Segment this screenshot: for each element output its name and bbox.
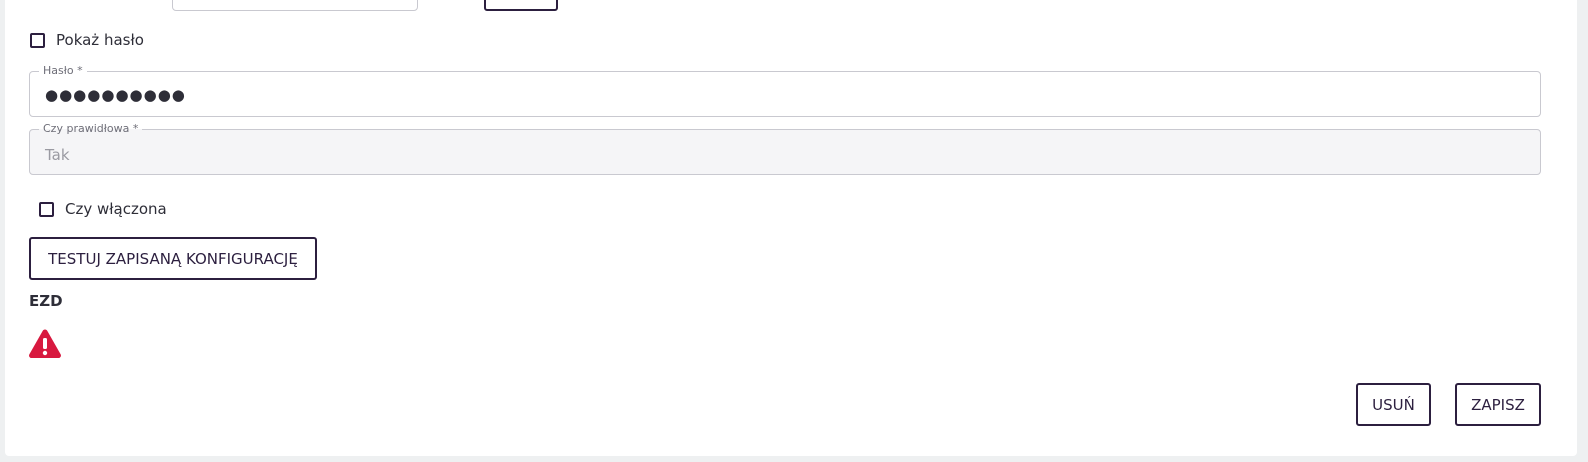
partial-input-field[interactable]: [172, 0, 418, 11]
enabled-label: Czy włączona: [65, 200, 167, 218]
valid-field: Czy prawidłowa * Tak: [29, 122, 1541, 175]
save-button[interactable]: ZAPISZ: [1455, 383, 1541, 426]
password-value[interactable]: ●●●●●●●●●●: [45, 86, 186, 104]
enabled-checkbox-row[interactable]: Czy włączona: [39, 200, 167, 218]
password-field-label: Hasło *: [43, 64, 83, 77]
valid-field-label: Czy prawidłowa *: [43, 122, 139, 135]
password-field[interactable]: Hasło * ●●●●●●●●●●: [29, 64, 1541, 117]
enabled-checkbox[interactable]: [39, 201, 54, 217]
section-title: EZD: [29, 292, 63, 310]
warning-triangle-icon: [29, 329, 61, 358]
partial-button[interactable]: [484, 0, 558, 11]
show-password-checkbox-row[interactable]: Pokaż hasło: [30, 31, 144, 49]
delete-button[interactable]: USUŃ: [1356, 383, 1431, 426]
valid-value: Tak: [45, 146, 70, 164]
show-password-label: Pokaż hasło: [56, 31, 144, 49]
test-configuration-button[interactable]: TESTUJ ZAPISANĄ KONFIGURACJĘ: [29, 237, 317, 280]
show-password-checkbox[interactable]: [30, 32, 45, 48]
